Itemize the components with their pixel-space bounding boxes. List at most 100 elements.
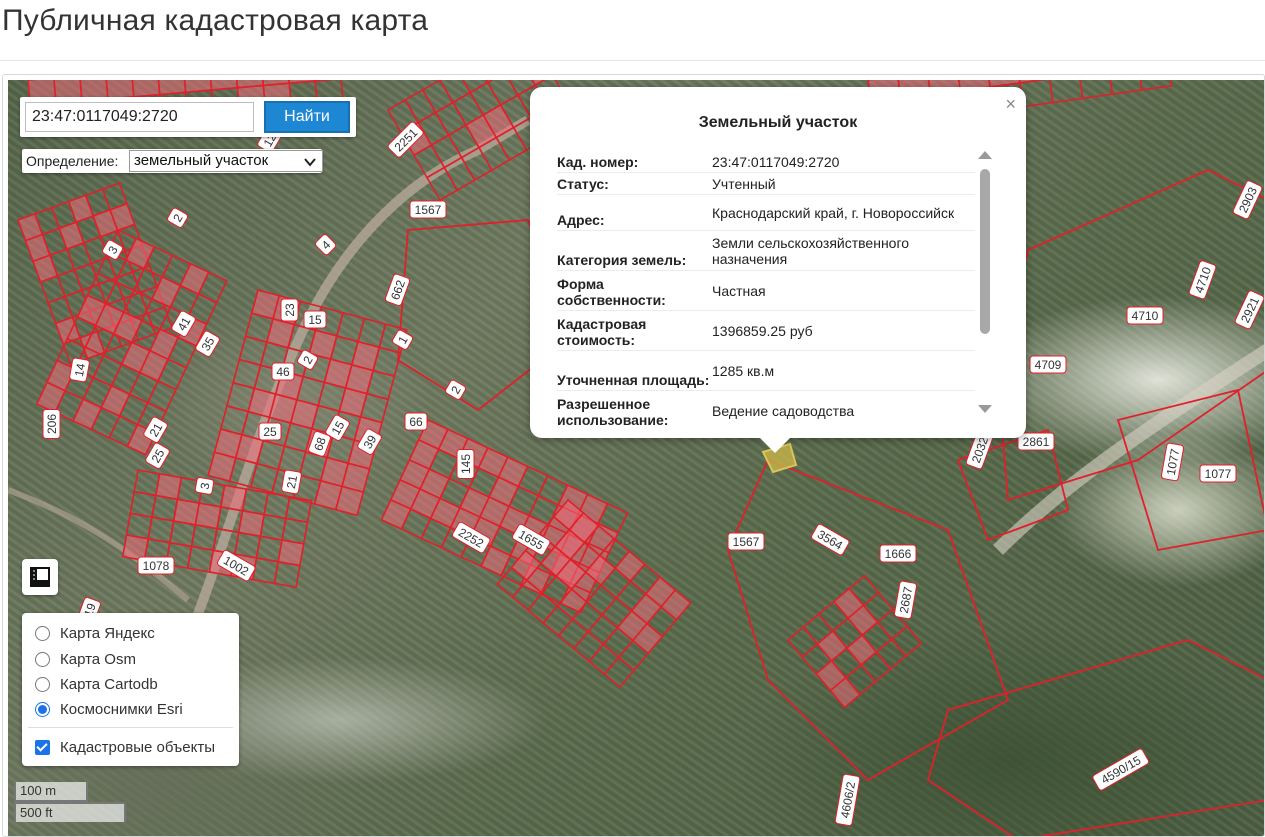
parcel-number-text: 66 (409, 415, 423, 429)
parcel[interactable] (926, 639, 1265, 837)
parcel[interactable] (207, 451, 237, 483)
parcel-number-label: 4590/15 (1092, 748, 1150, 791)
scale-bar-imperial: 500 ft (14, 802, 126, 822)
attribute-value: Ведение садоводства (712, 402, 855, 419)
layer-radio[interactable] (35, 651, 50, 667)
attribute-row: Форма собственности: Частная (557, 271, 975, 311)
parcel-number-label: 2 (167, 207, 189, 228)
attribute-value: 1396859.25 руб (712, 322, 813, 339)
parcel-number-label: 46 (271, 362, 295, 381)
layers-toggle-button[interactable] (22, 559, 58, 595)
parcel[interactable] (1116, 388, 1265, 552)
parcel[interactable] (890, 625, 923, 658)
parcel[interactable] (614, 550, 646, 583)
parcel-number-text: 23 (283, 303, 297, 317)
parcel[interactable] (151, 276, 182, 309)
parcel-number-label: 1567 (727, 532, 765, 551)
parcel[interactable] (875, 638, 907, 670)
parcel[interactable] (1108, 80, 1143, 96)
overlay-checkbox[interactable] (35, 739, 50, 755)
close-icon[interactable]: × (1005, 95, 1016, 113)
parcel-number-text: 2861 (1023, 435, 1050, 449)
attribute-key: Статус: (557, 176, 609, 192)
layer-radio[interactable] (35, 676, 50, 692)
parcel-number-label: 1567 (409, 200, 447, 219)
parcel-number-text: 206 (45, 414, 59, 434)
parcel-number-text: 4710 (1132, 309, 1159, 323)
popup-pointer (759, 437, 791, 453)
layer-option-osm[interactable]: Карта Osm (35, 649, 136, 669)
parcel[interactable] (1137, 80, 1173, 91)
parcel[interactable] (249, 462, 280, 494)
parcel-number-text: 145 (459, 454, 473, 474)
parcel-number-text: 46 (276, 365, 290, 379)
cadastral-number-input[interactable] (25, 102, 254, 132)
parcel[interactable] (1048, 80, 1084, 104)
layer-label: Карта Яндекс (60, 624, 155, 642)
parcel[interactable] (486, 80, 520, 107)
attribute-row: Разрешенное использование: Ведение садово… (557, 391, 975, 427)
attribute-key: Разрешенное использование: (557, 396, 669, 427)
parcel[interactable] (526, 591, 559, 624)
parcel-number-text: 1666 (885, 547, 912, 561)
parcel[interactable] (421, 80, 455, 114)
parcel-number-label: 23 (280, 298, 299, 322)
scroll-down-icon[interactable] (978, 405, 992, 413)
attribute-value: 23:47:0117049:2720 (712, 153, 840, 170)
attribute-key: Категория земель: (557, 252, 687, 268)
attribute-value: Частная (712, 282, 766, 299)
attribute-value: Земли сельскохозяйственного назначения (712, 234, 910, 267)
parcel-number-label: 2687 (893, 580, 918, 620)
parcel-number-text: 1567 (415, 203, 442, 217)
parcel-number-label: 25 (258, 422, 282, 441)
parcel[interactable] (816, 630, 849, 662)
parcel[interactable] (586, 613, 619, 646)
parcel[interactable] (179, 262, 210, 296)
layer-radio[interactable] (35, 701, 50, 717)
parcel-block (380, 418, 629, 614)
parcel[interactable] (542, 604, 574, 637)
parcel-number-text: 1077 (1205, 467, 1232, 481)
popup-scrollbar[interactable] (978, 151, 992, 431)
parcel-number-label: 662 (384, 273, 411, 307)
parcel[interactable] (92, 354, 123, 387)
layers-icon (30, 567, 50, 587)
parcel[interactable] (1078, 80, 1114, 100)
parcel[interactable] (572, 630, 605, 663)
find-button[interactable]: Найти (264, 101, 350, 133)
parcel-number-label: 1666 (879, 544, 917, 563)
scroll-up-icon[interactable] (978, 151, 992, 159)
parcel-number-label: 2 (445, 379, 467, 400)
parcel[interactable] (845, 634, 878, 666)
attribute-row: Категория земель: Земли сельскохозяйствен… (557, 231, 975, 271)
attribute-row: Кад. номер: 23:47:0117049:2720 (557, 151, 975, 173)
parcel[interactable] (557, 617, 590, 650)
parcel[interactable] (72, 398, 103, 431)
parcel[interactable] (146, 379, 178, 413)
layer-option-cartodb[interactable]: Карта Cartodb (35, 674, 158, 694)
parcel-number-text: 25 (263, 425, 277, 439)
parcel[interactable] (273, 560, 301, 589)
definition-select[interactable]: земельный участок (129, 150, 323, 172)
parcel[interactable] (404, 88, 437, 124)
scale-bar-metric: 100 m (14, 782, 88, 802)
parcel[interactable] (100, 384, 131, 418)
parcel[interactable] (786, 626, 819, 658)
attribute-key: Уточненная площадь: (557, 372, 710, 388)
parcel[interactable] (588, 643, 620, 676)
parcel-number-label: 3 (194, 477, 215, 495)
scroll-thumb[interactable] (980, 169, 990, 334)
parcel-number-label: 14 (69, 357, 90, 383)
attribute-value: Учтенный (712, 175, 776, 192)
parcel-number-label: 4709 (1029, 355, 1067, 374)
layer-option-esri[interactable]: Космоснимки Esri (35, 699, 183, 719)
overlay-option-cadastral[interactable]: Кадастровые объекты (35, 737, 215, 757)
parcel[interactable] (480, 545, 512, 577)
layer-radio[interactable] (35, 625, 50, 641)
parcel[interactable] (434, 101, 468, 137)
layer-option-yandex[interactable]: Карта Яндекс (35, 623, 155, 643)
parcel[interactable] (603, 656, 636, 689)
parcel-number-text: 1078 (143, 559, 170, 573)
definition-panel: Определение: земельный участок (22, 149, 323, 173)
parcel-number-label: 2903 (1232, 180, 1263, 220)
